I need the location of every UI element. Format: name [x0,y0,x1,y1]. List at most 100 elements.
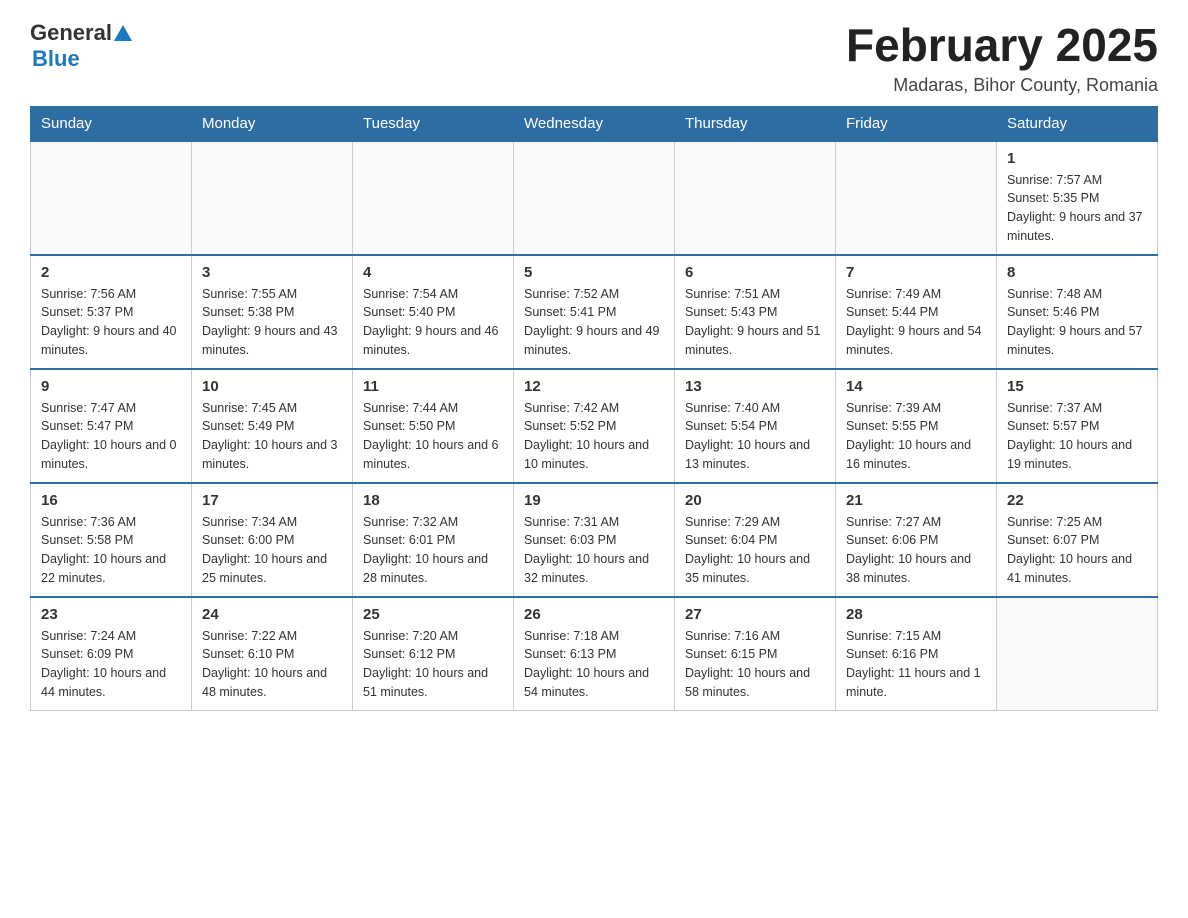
table-row: 19 Sunrise: 7:31 AM Sunset: 6:03 PM Dayli… [514,483,675,597]
table-row: 27Sunrise: 7:16 AM Sunset: 6:15 PM Dayli… [675,597,836,711]
title-section: February 2025 Madaras, Bihor County, Rom… [846,20,1158,96]
col-wednesday: Wednesday [514,106,675,141]
day-number: 20 [685,492,825,509]
day-number: 24 [202,606,342,623]
table-row: 4 Sunrise: 7:54 AM Sunset: 5:40 PM Daylig… [353,255,514,369]
calendar-week-row: 16 Sunrise: 7:36 AM Sunset: 5:58 PM Dayli… [31,483,1158,597]
day-number: 15 [1007,378,1147,395]
calendar-week-row: 1 Sunrise: 7:57 AM Sunset: 5:35 PM Daylig… [31,141,1158,255]
day-info: Sunrise: 7:25 AM Sunset: 6:07 PM Dayligh… [1007,513,1147,588]
col-thursday: Thursday [675,106,836,141]
day-number: 28 [846,606,986,623]
day-number: 21 [846,492,986,509]
day-info: Sunrise: 7:44 AM Sunset: 5:50 PM Dayligh… [363,399,503,474]
day-info: Sunrise: 7:40 AM Sunset: 5:54 PM Dayligh… [685,399,825,474]
day-info: Sunrise: 7:36 AM Sunset: 5:58 PM Dayligh… [41,513,181,588]
table-row: 28 Sunrise: 7:15 AM Sunset: 6:16 PM Dayli… [836,597,997,711]
day-number: 10 [202,378,342,395]
logo-general: General [30,20,112,46]
table-row: 6 Sunrise: 7:51 AM Sunset: 5:43 PM Daylig… [675,255,836,369]
day-info: Sunrise: 7:37 AM Sunset: 5:57 PM Dayligh… [1007,399,1147,474]
day-number: 27 [685,606,825,623]
day-info: Sunrise: 7:39 AM Sunset: 5:55 PM Dayligh… [846,399,986,474]
col-tuesday: Tuesday [353,106,514,141]
col-friday: Friday [836,106,997,141]
table-row: 12 Sunrise: 7:42 AM Sunset: 5:52 PM Dayli… [514,369,675,483]
day-info: Sunrise: 7:55 AM Sunset: 5:38 PM Dayligh… [202,285,342,360]
day-info: Sunrise: 7:27 AM Sunset: 6:06 PM Dayligh… [846,513,986,588]
day-number: 14 [846,378,986,395]
day-info: Sunrise: 7:56 AM Sunset: 5:37 PM Dayligh… [41,285,181,360]
day-info: Sunrise: 7:51 AM Sunset: 5:43 PM Dayligh… [685,285,825,360]
day-number: 25 [363,606,503,623]
calendar-week-row: 23 Sunrise: 7:24 AM Sunset: 6:09 PM Dayli… [31,597,1158,711]
table-row: 23 Sunrise: 7:24 AM Sunset: 6:09 PM Dayli… [31,597,192,711]
day-info: Sunrise: 7:15 AM Sunset: 6:16 PM Dayligh… [846,627,986,702]
table-row [353,141,514,255]
col-saturday: Saturday [997,106,1158,141]
day-number: 5 [524,264,664,281]
table-row: 16 Sunrise: 7:36 AM Sunset: 5:58 PM Dayli… [31,483,192,597]
day-number: 4 [363,264,503,281]
table-row: 24 Sunrise: 7:22 AM Sunset: 6:10 PM Dayli… [192,597,353,711]
table-row: 10 Sunrise: 7:45 AM Sunset: 5:49 PM Dayli… [192,369,353,483]
day-number: 17 [202,492,342,509]
day-info: Sunrise: 7:22 AM Sunset: 6:10 PM Dayligh… [202,627,342,702]
day-info: Sunrise: 7:45 AM Sunset: 5:49 PM Dayligh… [202,399,342,474]
day-number: 1 [1007,150,1147,167]
table-row [997,597,1158,711]
table-row: 14 Sunrise: 7:39 AM Sunset: 5:55 PM Dayli… [836,369,997,483]
day-number: 22 [1007,492,1147,509]
day-info: Sunrise: 7:18 AM Sunset: 6:13 PM Dayligh… [524,627,664,702]
day-number: 6 [685,264,825,281]
page-header: General Blue February 2025 Madaras, Biho… [30,20,1158,96]
col-monday: Monday [192,106,353,141]
day-number: 12 [524,378,664,395]
day-number: 16 [41,492,181,509]
day-number: 8 [1007,264,1147,281]
calendar-header-row: Sunday Monday Tuesday Wednesday Thursday… [31,106,1158,141]
day-info: Sunrise: 7:31 AM Sunset: 6:03 PM Dayligh… [524,513,664,588]
table-row [192,141,353,255]
table-row [31,141,192,255]
day-number: 23 [41,606,181,623]
location: Madaras, Bihor County, Romania [846,75,1158,96]
table-row: 3 Sunrise: 7:55 AM Sunset: 5:38 PM Daylig… [192,255,353,369]
day-info: Sunrise: 7:49 AM Sunset: 5:44 PM Dayligh… [846,285,986,360]
table-row: 25 Sunrise: 7:20 AM Sunset: 6:12 PM Dayli… [353,597,514,711]
table-row: 8Sunrise: 7:48 AM Sunset: 5:46 PM Daylig… [997,255,1158,369]
day-number: 9 [41,378,181,395]
day-number: 19 [524,492,664,509]
day-number: 7 [846,264,986,281]
table-row: 18Sunrise: 7:32 AM Sunset: 6:01 PM Dayli… [353,483,514,597]
table-row [836,141,997,255]
day-number: 13 [685,378,825,395]
table-row: 22 Sunrise: 7:25 AM Sunset: 6:07 PM Dayli… [997,483,1158,597]
table-row: 17Sunrise: 7:34 AM Sunset: 6:00 PM Dayli… [192,483,353,597]
table-row: 13 Sunrise: 7:40 AM Sunset: 5:54 PM Dayli… [675,369,836,483]
table-row: 9 Sunrise: 7:47 AM Sunset: 5:47 PM Daylig… [31,369,192,483]
day-number: 18 [363,492,503,509]
logo-triangle-icon [114,25,132,41]
day-info: Sunrise: 7:47 AM Sunset: 5:47 PM Dayligh… [41,399,181,474]
day-info: Sunrise: 7:57 AM Sunset: 5:35 PM Dayligh… [1007,171,1147,246]
table-row: 26Sunrise: 7:18 AM Sunset: 6:13 PM Dayli… [514,597,675,711]
calendar-week-row: 2 Sunrise: 7:56 AM Sunset: 5:37 PM Daylig… [31,255,1158,369]
day-number: 2 [41,264,181,281]
table-row: 7 Sunrise: 7:49 AM Sunset: 5:44 PM Daylig… [836,255,997,369]
month-title: February 2025 [846,20,1158,71]
day-info: Sunrise: 7:24 AM Sunset: 6:09 PM Dayligh… [41,627,181,702]
day-number: 3 [202,264,342,281]
table-row: 1 Sunrise: 7:57 AM Sunset: 5:35 PM Daylig… [997,141,1158,255]
day-info: Sunrise: 7:29 AM Sunset: 6:04 PM Dayligh… [685,513,825,588]
table-row: 20 Sunrise: 7:29 AM Sunset: 6:04 PM Dayli… [675,483,836,597]
table-row: 5 Sunrise: 7:52 AM Sunset: 5:41 PM Daylig… [514,255,675,369]
table-row: 2 Sunrise: 7:56 AM Sunset: 5:37 PM Daylig… [31,255,192,369]
calendar-table: Sunday Monday Tuesday Wednesday Thursday… [30,106,1158,711]
table-row: 11Sunrise: 7:44 AM Sunset: 5:50 PM Dayli… [353,369,514,483]
table-row [675,141,836,255]
day-info: Sunrise: 7:52 AM Sunset: 5:41 PM Dayligh… [524,285,664,360]
day-info: Sunrise: 7:54 AM Sunset: 5:40 PM Dayligh… [363,285,503,360]
day-info: Sunrise: 7:42 AM Sunset: 5:52 PM Dayligh… [524,399,664,474]
day-info: Sunrise: 7:20 AM Sunset: 6:12 PM Dayligh… [363,627,503,702]
